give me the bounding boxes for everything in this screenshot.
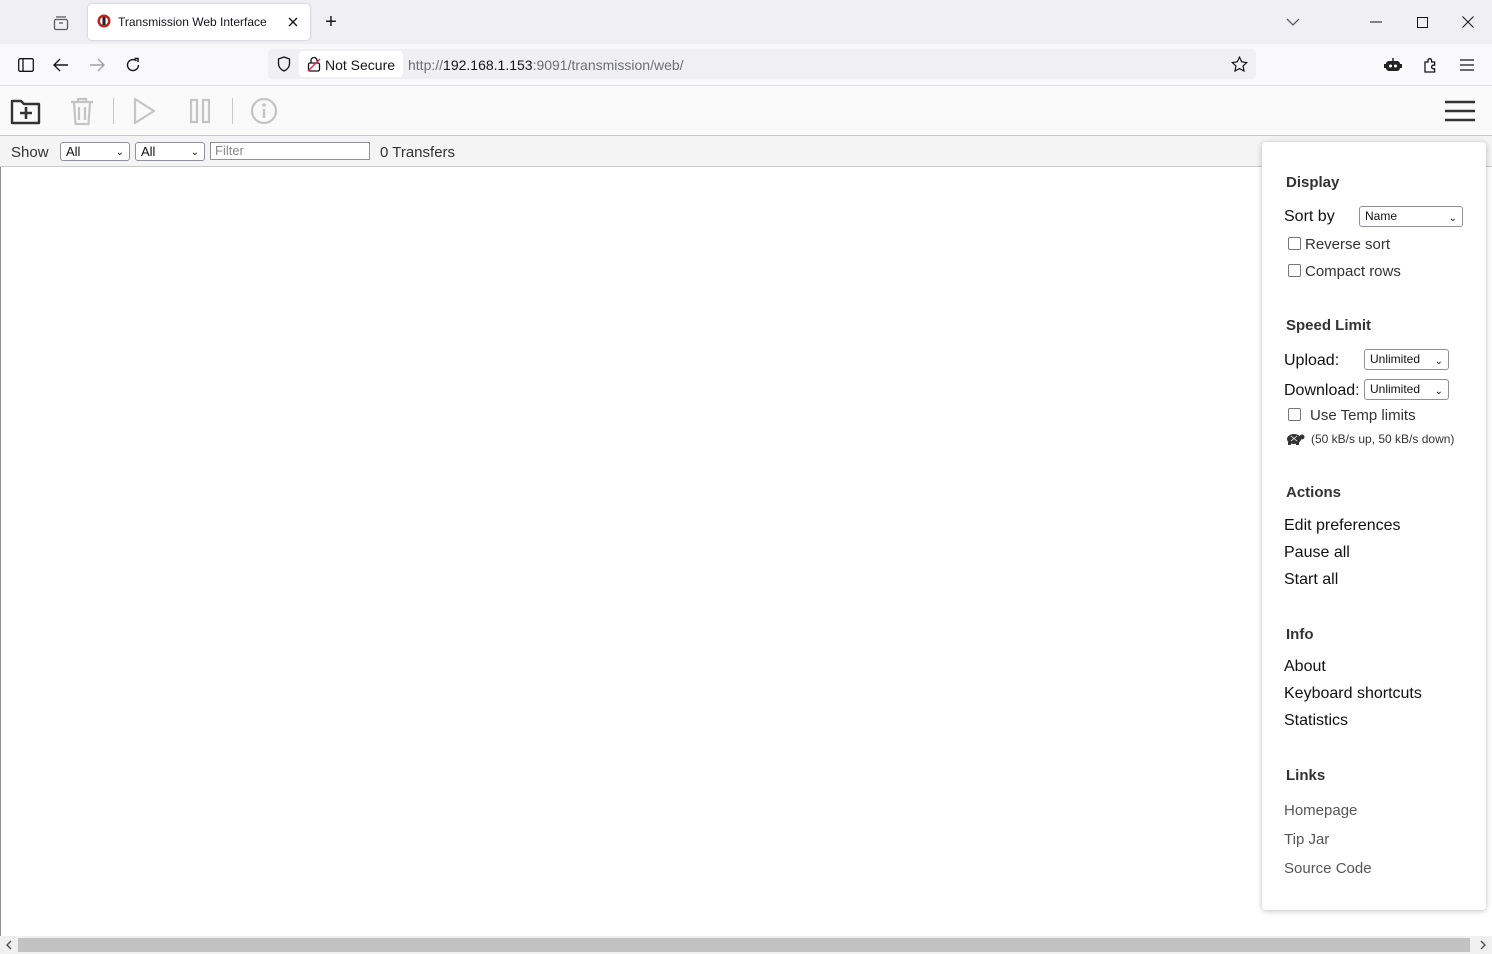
trash-icon[interactable] [66,94,98,128]
toolbar-separator [232,98,233,124]
url-bar[interactable]: Not Secure http://192.168.1.153:9091/tra… [268,49,1256,79]
extensions-puzzle-icon[interactable] [1420,54,1442,76]
sort-by-select[interactable]: Name ⌄ [1359,206,1463,227]
scroll-left-icon[interactable] [2,938,16,952]
about-item[interactable]: About [1284,658,1326,676]
play-icon[interactable] [128,94,160,128]
links-heading: Links [1286,767,1326,784]
broken-lock-icon [305,55,323,73]
extension-robot-icon[interactable] [1382,54,1404,76]
sidebar-icon[interactable] [15,54,37,76]
scrollbar-thumb[interactable] [18,938,1470,952]
horizontal-scrollbar[interactable] [0,936,1492,954]
statistics-item[interactable]: Statistics [1284,712,1348,730]
pause-icon[interactable] [184,94,216,128]
transfer-count: 0 Transfers [380,144,456,161]
back-icon[interactable] [50,54,72,76]
chevron-down-icon: ⌄ [1434,386,1443,397]
chevron-down-icon: ⌄ [1448,213,1457,224]
reverse-sort-label[interactable]: Reverse sort [1305,236,1390,253]
speed-limit-heading: Speed Limit [1286,317,1372,334]
temp-limits-checkbox[interactable] [1288,408,1301,421]
homepage-link[interactable]: Homepage [1284,802,1357,819]
main-menu-popup: Display Sort by Name ⌄ Reverse sort Comp… [1262,142,1486,910]
bookmark-star-icon[interactable] [1229,54,1249,74]
new-tab-button[interactable]: + [320,10,342,34]
shield-icon[interactable] [274,54,294,74]
actions-heading: Actions [1286,484,1342,501]
start-all-item[interactable]: Start all [1284,571,1338,589]
compact-rows-checkbox[interactable] [1288,264,1301,277]
maximize-icon[interactable] [1412,12,1432,32]
tip-jar-link[interactable]: Tip Jar [1284,831,1329,848]
compact-rows-label[interactable]: Compact rows [1305,263,1401,280]
sort-by-label: Sort by [1284,208,1335,225]
show-label: Show [11,144,49,161]
toolbar-separator [113,98,114,124]
chevron-down-icon: ⌄ [1434,356,1443,367]
browser-tab-bar: Transmission Web Interface + [0,0,1492,44]
tab-list-icon[interactable] [50,12,72,34]
browser-tab[interactable]: Transmission Web Interface [88,4,310,40]
state-filter-select[interactable]: All ⌄ [60,142,130,161]
forward-icon[interactable] [86,54,108,76]
info-icon[interactable] [248,94,280,128]
app-toolbar [0,86,1492,136]
upload-limit-select[interactable]: Unlimited ⌄ [1364,349,1449,370]
temp-limits-detail: (50 kB/s up, 50 kB/s down) [1311,432,1455,446]
tracker-filter-select[interactable]: All ⌄ [135,142,205,161]
chevron-down-icon: ⌄ [190,147,199,158]
pause-all-item[interactable]: Pause all [1284,544,1350,562]
download-label: Download: [1284,382,1360,399]
browser-menu-icon[interactable] [1456,54,1478,76]
source-code-link[interactable]: Source Code [1284,860,1372,877]
url-text[interactable]: http://192.168.1.153:9091/transmission/w… [408,57,684,73]
display-heading: Display [1286,174,1340,191]
info-heading: Info [1286,626,1314,643]
keyboard-shortcuts-item[interactable]: Keyboard shortcuts [1284,685,1422,703]
close-window-icon[interactable] [1458,12,1478,32]
tab-title: Transmission Web Interface [118,15,267,29]
chevron-down-icon[interactable] [1283,12,1303,32]
transmission-favicon-icon [97,14,111,28]
scroll-right-icon[interactable] [1476,938,1490,952]
temp-limits-label[interactable]: Use Temp limits [1310,407,1416,424]
not-secure-label: Not Secure [325,57,396,73]
upload-label: Upload: [1284,352,1340,369]
reload-icon[interactable] [122,54,144,76]
not-secure-badge[interactable]: Not Secure [299,51,403,77]
edit-preferences-item[interactable]: Edit preferences [1284,517,1401,535]
reverse-sort-checkbox[interactable] [1288,237,1301,250]
chevron-down-icon: ⌄ [115,147,124,158]
minimize-icon[interactable] [1366,12,1386,32]
hamburger-menu-icon[interactable] [1442,96,1478,126]
turtle-icon [1284,432,1306,446]
browser-nav-bar: Not Secure http://192.168.1.153:9091/tra… [0,44,1492,86]
download-limit-select[interactable]: Unlimited ⌄ [1364,379,1449,400]
filter-input[interactable]: Filter [210,142,370,160]
open-torrent-icon[interactable] [8,94,44,128]
close-tab-icon[interactable] [284,13,302,31]
torrent-list-border [0,167,1,937]
